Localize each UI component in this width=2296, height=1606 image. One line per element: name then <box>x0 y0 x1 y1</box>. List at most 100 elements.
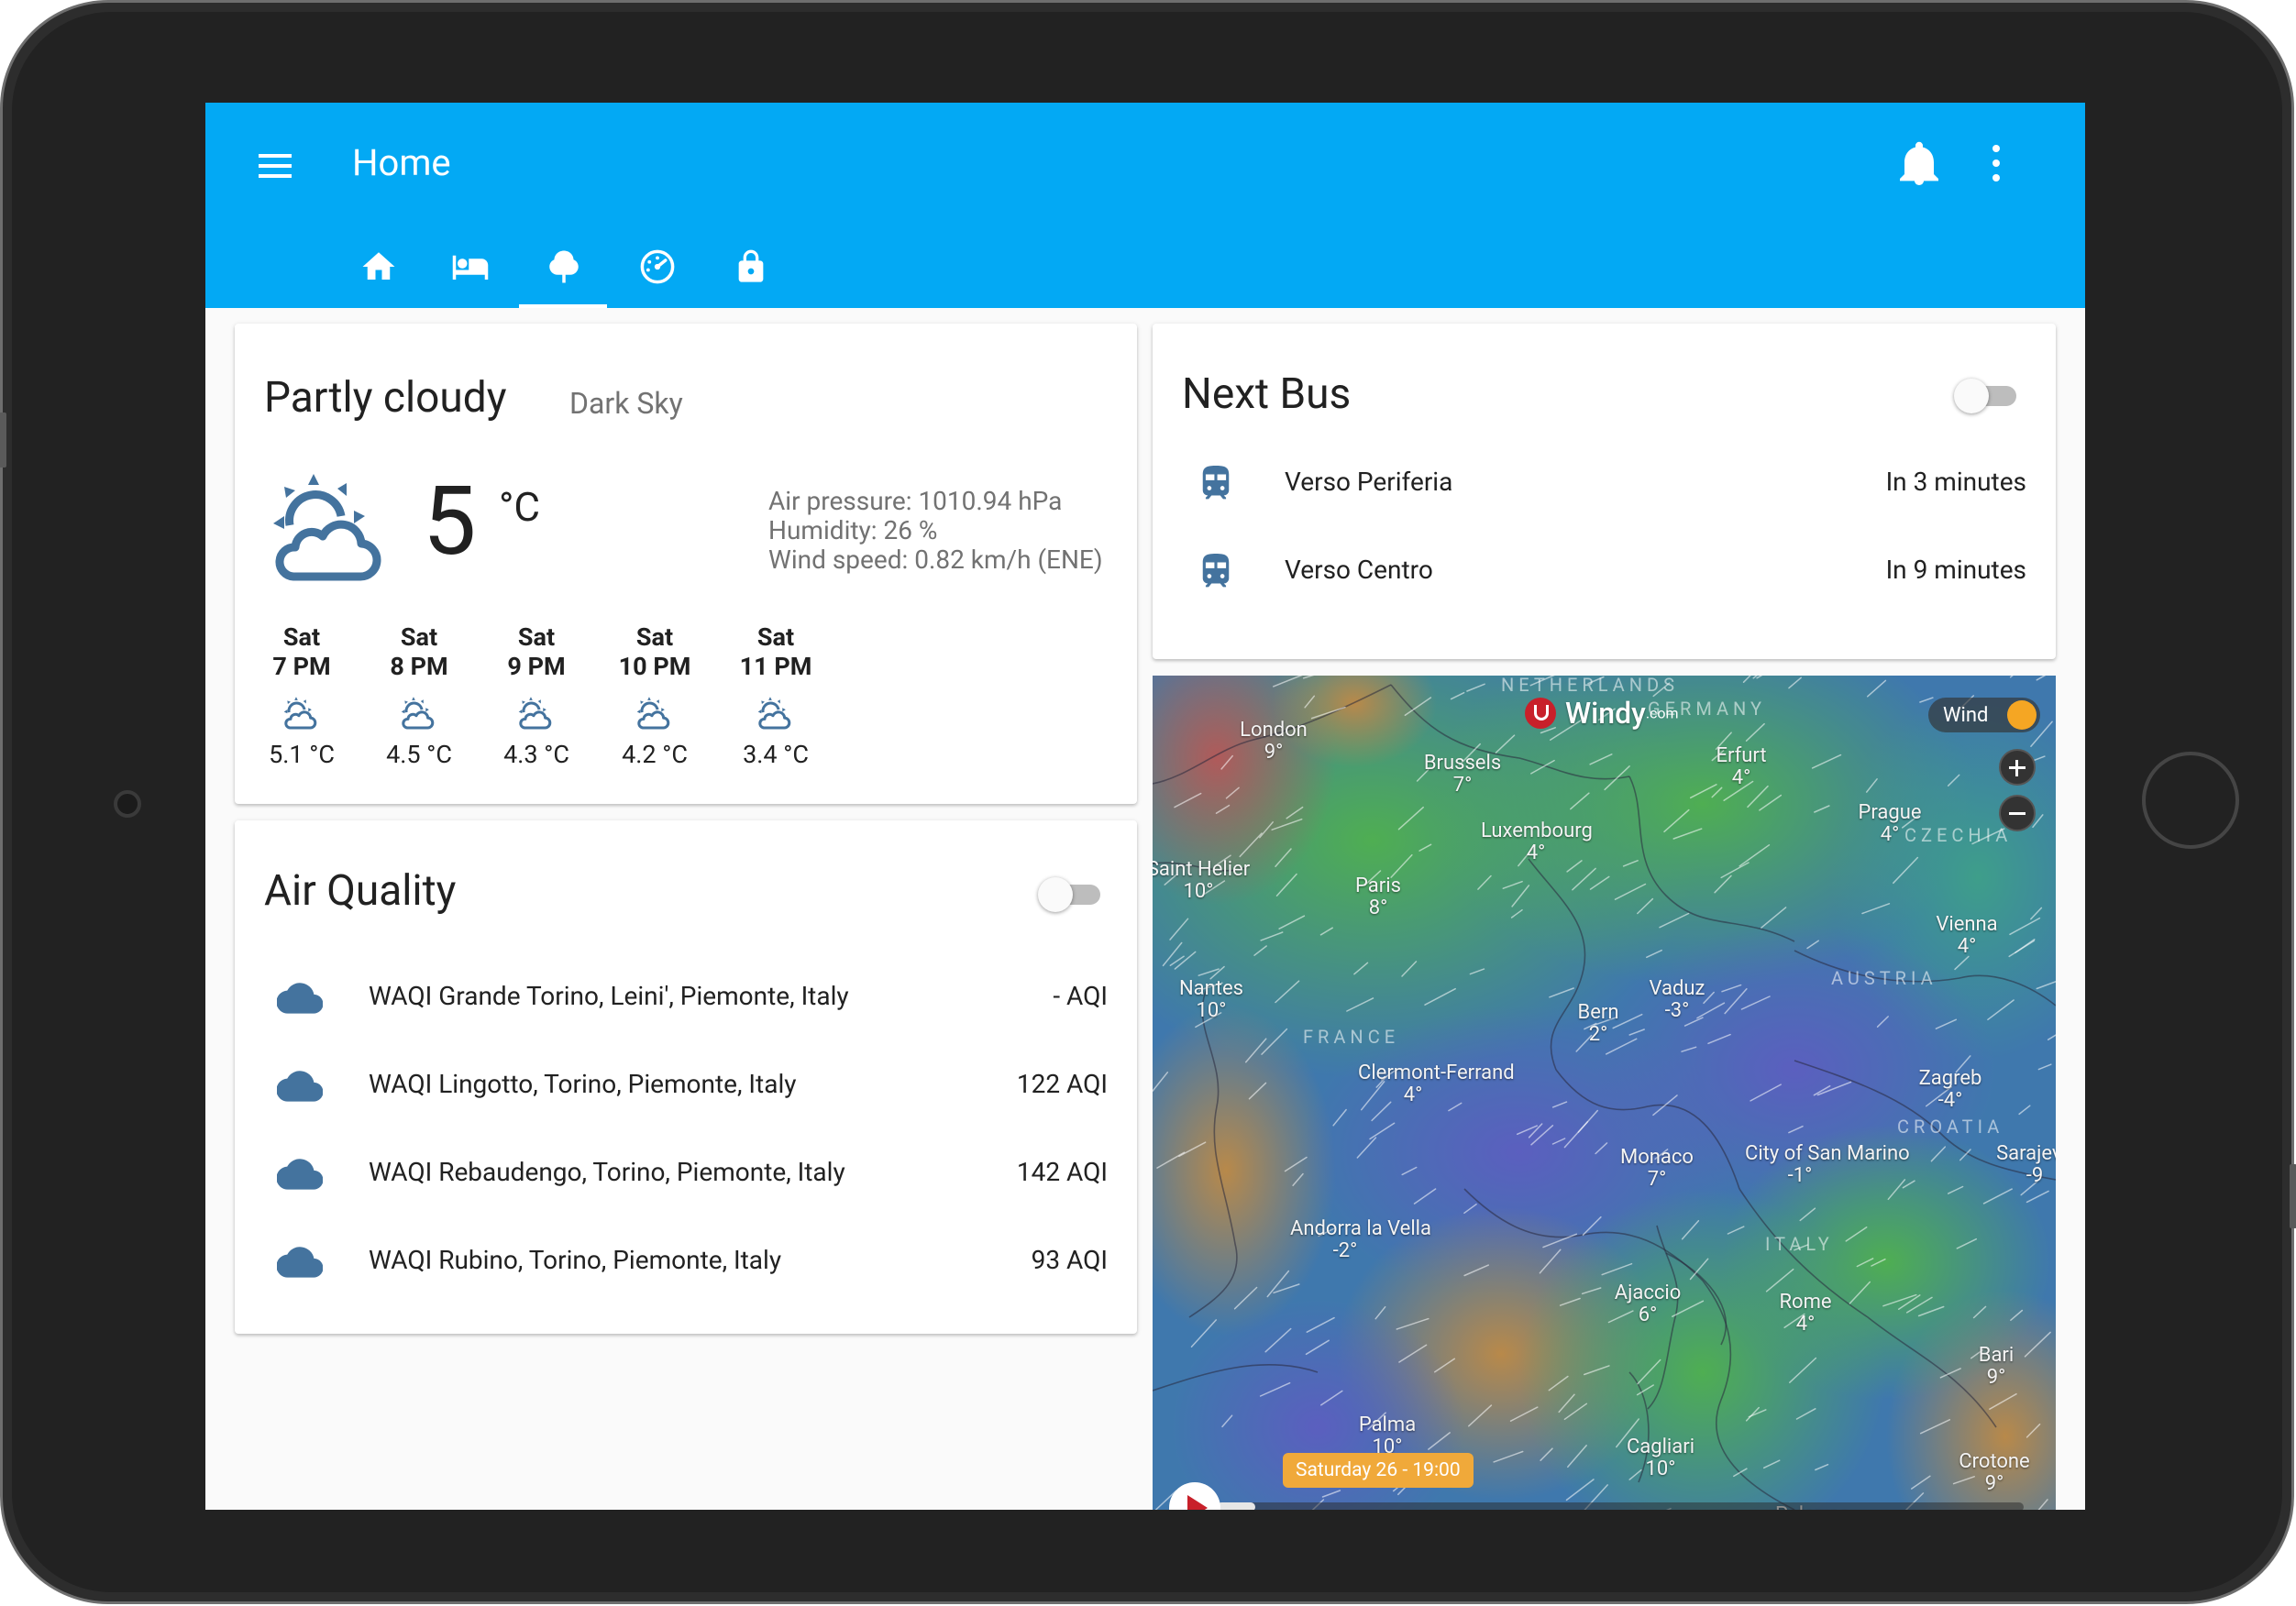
next-bus-toggle[interactable] <box>1954 373 2022 417</box>
tab-home[interactable] <box>334 238 422 308</box>
forecast-temp: 5.1 °C <box>269 740 335 769</box>
current-temperature: 5 <box>423 467 476 578</box>
map-country-label: NETHERLANDS <box>1501 676 1679 696</box>
map-city-label: City of San Marino -1° <box>1745 1142 1910 1187</box>
cloud-icon <box>277 983 323 1014</box>
map-city-name: Rome <box>1779 1291 1832 1314</box>
wind-speed: Wind speed: 0.82 km/h (ENE) <box>768 544 1103 575</box>
map-city-temp: 9° <box>1986 1366 2006 1389</box>
map-city-name: Sarajevo <box>1996 1142 2056 1165</box>
forecast-item: Sat 7 PM 5.1 °C <box>237 622 366 769</box>
timeline-progress <box>1217 1502 1255 1510</box>
map-city-name: Clermont-Ferrand <box>1358 1062 1515 1084</box>
bus-row[interactable]: Verso Periferia In 3 minutes <box>1153 439 2056 527</box>
map-city-temp: 7° <box>1647 1168 1667 1191</box>
map-city-temp: 8° <box>1368 896 1388 919</box>
map-city-name: City of San Marino <box>1745 1142 1910 1165</box>
windy-logo: Windy.com <box>1525 696 1679 732</box>
map-city-label: Paris 8° <box>1323 875 1433 919</box>
map-city-label: Palma 10° <box>1332 1414 1442 1458</box>
map-city-name: Monaco <box>1620 1146 1694 1169</box>
air-quality-value: 142 AQI <box>1016 1157 1108 1187</box>
air-quality-row[interactable]: WAQI Rubino, Torino, Piemonte, Italy 93 A… <box>235 1217 1137 1305</box>
map-country-label: ITALY <box>1765 1233 1834 1255</box>
map-city-label: Sarajevo-9 <box>1980 1143 2056 1187</box>
air-quality-title: Air Quality <box>264 866 457 916</box>
tab-bedroom[interactable] <box>424 238 512 308</box>
tab-energy[interactable] <box>613 238 701 308</box>
zoom-out-button[interactable] <box>1999 795 2036 831</box>
air-quality-station: WAQI Grande Torino, Leini', Piemonte, It… <box>369 981 849 1011</box>
next-bus-title: Next Bus <box>1182 369 1352 419</box>
map-city-label: Rome 4° <box>1750 1292 1860 1336</box>
map-city-temp: 7° <box>1452 774 1473 797</box>
forecast-day: Sat <box>635 622 674 652</box>
bell-icon[interactable] <box>1897 139 1941 187</box>
map-city-label: Andorra la Vella -2° <box>1290 1217 1431 1262</box>
page-title: Home <box>352 141 451 184</box>
bed-icon <box>452 255 489 280</box>
partly-cloudy-icon <box>283 697 317 730</box>
forecast-day: Sat <box>400 622 438 652</box>
more-vert-icon[interactable] <box>1990 145 2003 183</box>
map-city-temp: 4° <box>1403 1084 1423 1106</box>
cloud-icon <box>277 1071 323 1102</box>
forecast-temp: 4.2 °C <box>622 740 688 769</box>
tab-garden[interactable] <box>519 238 607 308</box>
partly-cloudy-icon <box>636 697 670 730</box>
train-icon <box>1202 466 1230 500</box>
map-city-label: Zagreb -4° <box>1895 1068 2005 1112</box>
map-country-label: AUSTRIA <box>1831 967 1937 989</box>
home-icon <box>362 252 395 280</box>
timeline-bar[interactable] <box>1217 1502 2024 1510</box>
forecast-temp: 4.5 °C <box>386 740 452 769</box>
air-quality-toggle[interactable] <box>1038 872 1106 916</box>
bus-row[interactable]: Verso Centro In 9 minutes <box>1153 527 2056 615</box>
map-city-label: Vienna 4° <box>1912 914 2022 958</box>
air-quality-card: Air Quality WAQI Grande Torino, Leini', … <box>235 820 1137 1334</box>
map-city-label: Luxembourg 4° <box>1481 820 1593 864</box>
bus-direction: Verso Centro <box>1285 555 1433 585</box>
air-quality-row[interactable]: WAQI Grande Torino, Leini', Piemonte, It… <box>235 953 1137 1041</box>
forecast-time: 8 PM <box>390 652 448 681</box>
windy-map[interactable]: London 9° Brussels 7° Erfurt 4° Prague 4° Luxemb… <box>1153 676 2056 1510</box>
map-city-name: Ajaccio <box>1614 1282 1682 1304</box>
windy-brand: Windy <box>1564 696 1646 731</box>
weather-attributes: Air pressure: 1010.94 hPa Humidity: 26 %… <box>768 487 1103 575</box>
air-quality-row[interactable]: WAQI Rebaudengo, Torino, Piemonte, Italy… <box>235 1129 1137 1217</box>
layer-label: Wind <box>1943 704 1989 727</box>
air-quality-row[interactable]: WAQI Lingotto, Torino, Piemonte, Italy 12… <box>235 1041 1137 1129</box>
cloud-icon <box>277 1159 323 1190</box>
home-button[interactable] <box>2142 752 2239 849</box>
lock-icon <box>738 249 764 282</box>
weather-card[interactable]: Partly cloudy Dark Sky 5 °C Air pressure… <box>235 324 1137 804</box>
map-city-label: London 9° <box>1219 720 1329 764</box>
map-city-name: Paris <box>1355 874 1401 897</box>
map-city-label: Nantes 10° <box>1156 978 1266 1022</box>
map-city-label: Vaduz -3° <box>1622 978 1732 1022</box>
menu-icon[interactable] <box>257 148 293 185</box>
map-city-name: Vienna <box>1936 913 1998 936</box>
side-button <box>2290 1164 2296 1228</box>
next-bus-card: Next Bus Verso Periferia In 3 minutes Vers… <box>1153 324 2056 659</box>
map-city-name: Vaduz <box>1649 977 1705 1000</box>
tree-icon <box>549 250 579 283</box>
map-city-label: Saint Helier 10° <box>1153 859 1253 903</box>
forecast-time: 11 PM <box>739 652 812 681</box>
map-country-label: CZECHIA <box>1904 824 2013 846</box>
map-city-temp: 10° <box>1183 880 1214 903</box>
tab-security[interactable] <box>707 238 795 308</box>
forecast-time: 7 PM <box>272 652 331 681</box>
map-city-name: Andorra la Vella <box>1290 1217 1431 1240</box>
map-city-temp: 4° <box>1731 766 1751 789</box>
partly-cloudy-icon <box>518 697 552 730</box>
map-city-name: Palma <box>1358 1414 1417 1436</box>
forecast-item: Sat 8 PM 4.5 °C <box>355 622 483 769</box>
weather-source: Dark Sky <box>569 386 683 421</box>
zoom-in-button[interactable] <box>1999 749 2036 786</box>
layer-picker[interactable]: Wind <box>1928 698 2040 732</box>
map-city-temp: 10° <box>1645 1458 1676 1480</box>
map-city-temp: 4° <box>1795 1313 1816 1336</box>
map-city-temp: -1° <box>1787 1164 1813 1187</box>
app-header: Home <box>205 103 2085 308</box>
